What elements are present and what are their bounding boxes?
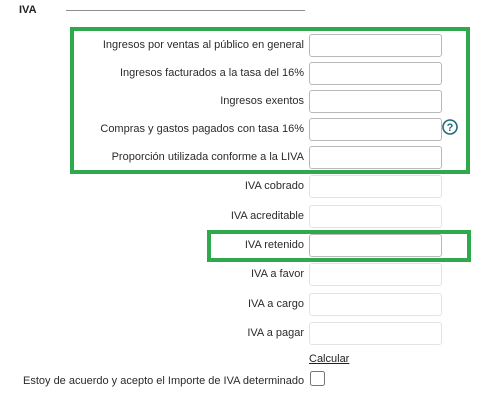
field-label: IVA acreditable	[230, 210, 304, 222]
form-row-iva-acreditable: IVA acreditable	[0, 205, 503, 229]
iva-acreditable-field	[309, 205, 442, 228]
iva-cobrado-field	[309, 175, 442, 198]
field-label: IVA a favor	[251, 268, 304, 280]
form-row-iva-a-pagar: IVA a pagar	[0, 322, 503, 346]
form-row-iva-a-cargo: IVA a cargo	[0, 293, 503, 317]
iva-a-cargo-field	[309, 293, 442, 316]
field-label: IVA a pagar	[247, 327, 304, 339]
section-divider	[66, 10, 305, 11]
highlight-box-iva-retenido	[207, 230, 471, 262]
field-label: IVA cobrado	[244, 180, 304, 192]
form-row-iva-cobrado: IVA cobrado	[0, 175, 503, 199]
agreement-checkbox[interactable]	[310, 371, 325, 386]
iva-a-favor-field	[309, 263, 442, 286]
agreement-label: Estoy de acuerdo y acepto el Importe de …	[23, 375, 305, 387]
highlight-box-inputs	[70, 27, 470, 174]
field-label: IVA a cargo	[247, 298, 304, 310]
form-row-iva-a-favor: IVA a favor	[0, 263, 503, 287]
iva-section-title: IVA	[19, 4, 37, 16]
iva-a-pagar-field	[309, 322, 442, 345]
calculate-link[interactable]: Calcular	[309, 353, 349, 365]
